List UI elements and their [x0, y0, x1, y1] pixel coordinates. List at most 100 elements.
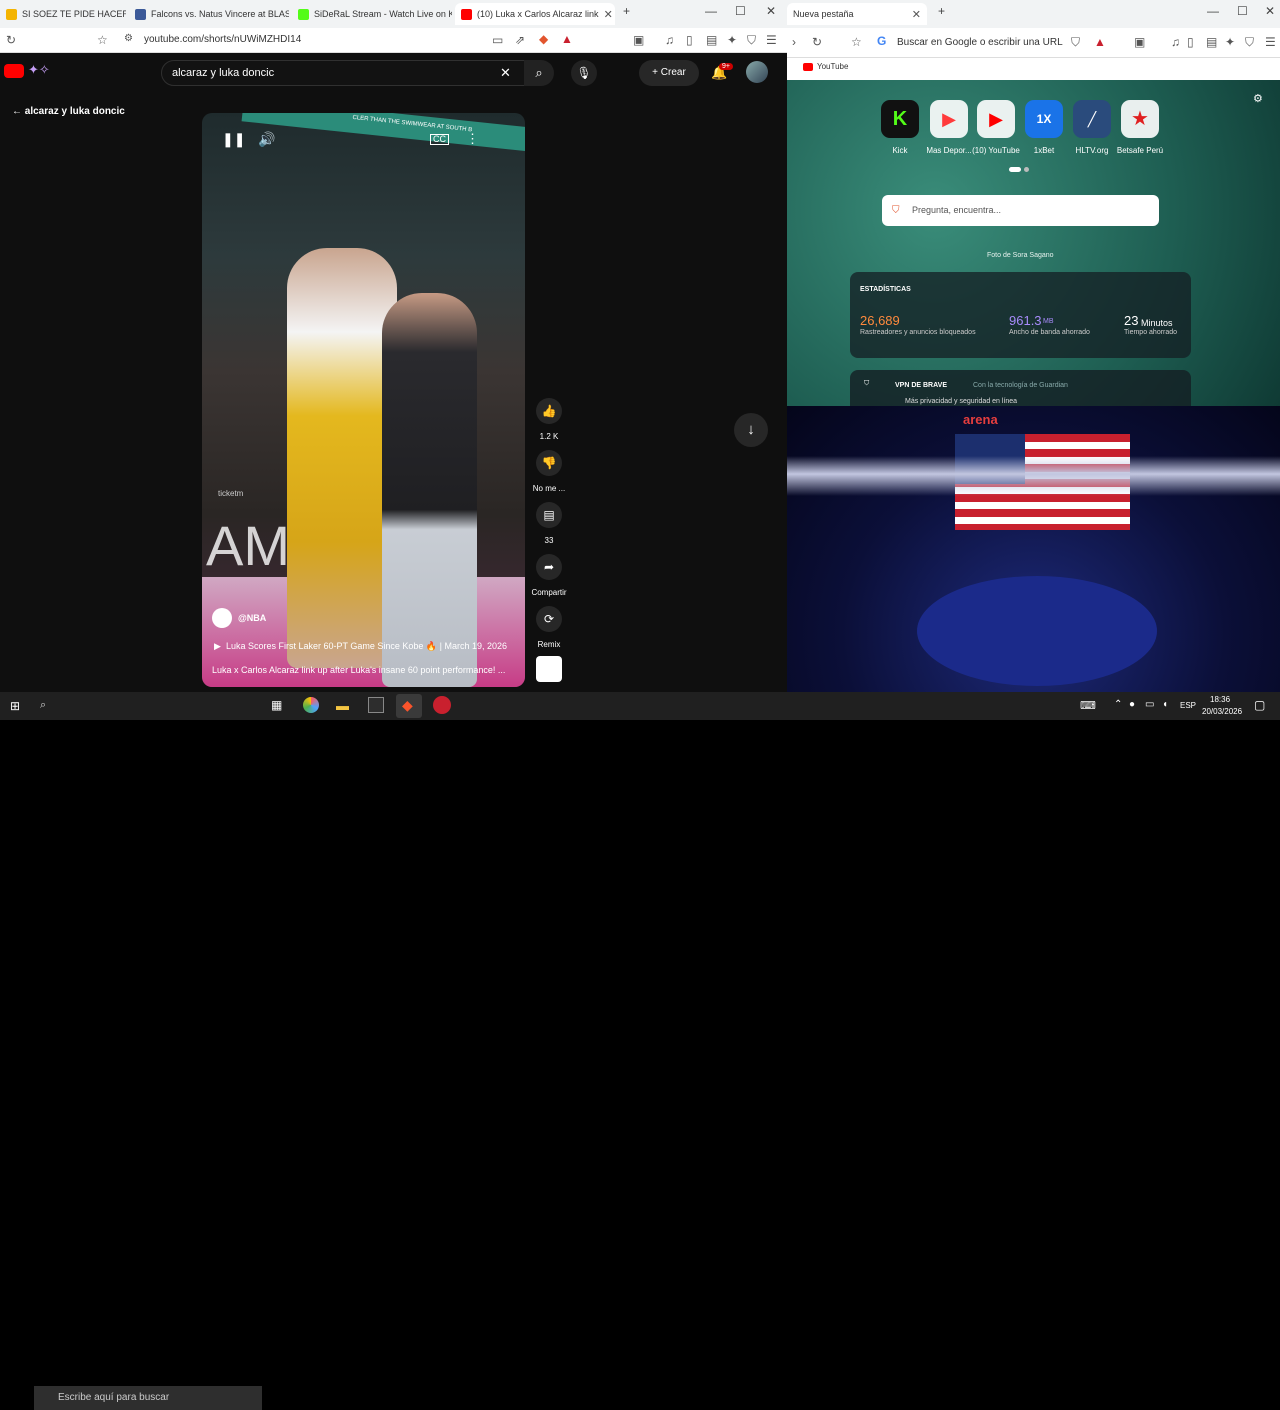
notification-center-icon[interactable]: ▢ — [1254, 698, 1265, 712]
network-icon[interactable]: ▭ — [1145, 699, 1154, 710]
wallet-icon[interactable]: ▤ — [1206, 36, 1217, 48]
tab-2[interactable]: SiDeRaL Stream - Watch Live on Kick — [292, 3, 452, 25]
share-button[interactable]: ➦ — [536, 554, 562, 580]
volume-tray-icon[interactable]: ◖ — [1162, 699, 1168, 710]
bookmark-icon[interactable]: ☆ — [851, 36, 862, 48]
arena-sign: arena — [963, 412, 998, 427]
dislike-button[interactable]: 👎 — [536, 450, 562, 476]
tab-0[interactable]: SI SOEZ TE PIDE HACER NOV — [0, 3, 126, 25]
shorts-video-player[interactable]: CLER THAN THE SWIMWEAR AT SOUTH B ticket… — [202, 113, 525, 687]
create-button[interactable]: + Crear — [639, 60, 699, 86]
site-info-icon[interactable]: ⚙ — [124, 34, 133, 44]
maximize-icon[interactable]: ☐ — [1237, 4, 1248, 18]
brave-shields-icon[interactable]: ⛉ — [1071, 36, 1080, 48]
captions-icon[interactable]: CC — [430, 134, 449, 145]
tab-1[interactable]: Falcons vs. Natus Vincere at BLAST O — [129, 3, 289, 25]
sound-thumbnail[interactable] — [536, 656, 562, 682]
brave-shields-icon[interactable]: ◆ — [539, 33, 548, 45]
app-icon[interactable] — [433, 696, 451, 714]
search-input[interactable]: alcaraz y luka doncic — [161, 60, 525, 86]
file-explorer-icon[interactable]: ▬ — [336, 698, 349, 713]
clock-time[interactable]: 18:36 — [1210, 695, 1230, 704]
close-tab-icon[interactable]: ✕ — [604, 8, 613, 21]
back-to-results[interactable]: ← alcaraz y luka doncic — [12, 106, 125, 117]
like-button[interactable]: 👍 — [536, 398, 562, 424]
sidebar-icon[interactable]: ▯ — [1187, 36, 1194, 48]
remix-button[interactable]: ⟳ — [536, 606, 562, 632]
close-tab-icon[interactable]: ✕ — [912, 8, 921, 21]
language-indicator[interactable]: ESP — [1180, 701, 1196, 710]
shortcut-mas-deportes[interactable]: ▶ — [930, 100, 968, 138]
brave-rewards-icon[interactable]: ▲ — [1094, 36, 1106, 48]
close-window-icon[interactable]: ✕ — [1265, 4, 1275, 18]
forward-icon[interactable]: › — [792, 36, 796, 48]
comments-button[interactable]: ▤ — [536, 502, 562, 528]
vpn-icon[interactable]: ⛉ — [747, 34, 756, 46]
photo-credit[interactable]: Foto de Sora Sagano — [987, 252, 1054, 259]
new-tab-icon[interactable]: + — [623, 4, 630, 18]
pause-icon[interactable]: ❚❚ — [222, 132, 245, 146]
reload-icon[interactable]: ↻ — [6, 34, 16, 46]
taskbar-search[interactable]: Escribe aquí para buscar — [34, 1386, 262, 1410]
shortcut-hltv[interactable]: ╱ — [1073, 100, 1111, 138]
close-window-icon[interactable]: ✕ — [766, 4, 776, 18]
more-options-icon[interactable]: ⋮ — [466, 132, 479, 145]
sidebar-icon[interactable]: ▯ — [686, 34, 693, 46]
omnibox[interactable]: Buscar en Google o escribir una URL — [897, 37, 1063, 48]
shortcut-kick[interactable]: K — [881, 100, 919, 138]
shortcut-youtube[interactable]: ▶ — [977, 100, 1015, 138]
maximize-icon[interactable]: ☐ — [735, 4, 746, 18]
shortcut-1xbet[interactable]: 1X — [1025, 100, 1063, 138]
keyboard-icon[interactable]: ⌨ — [1080, 699, 1096, 712]
bandwidth-label: Ancho de banda ahorrado — [1009, 329, 1090, 336]
nba-channel-avatar[interactable] — [212, 608, 232, 628]
vpn-icon[interactable]: ⛉ — [1245, 36, 1254, 48]
clock-date[interactable]: 20/03/2026 — [1202, 707, 1242, 716]
new-tab-icon[interactable]: + — [938, 4, 945, 18]
minimize-icon[interactable]: — — [705, 4, 717, 18]
extension-icon[interactable]: ▣ — [1134, 36, 1145, 48]
avatar[interactable] — [746, 61, 768, 83]
windows-start-icon[interactable]: ⊞ — [10, 699, 20, 713]
leo-icon[interactable]: ✦ — [1225, 36, 1235, 48]
brave-rewards-icon[interactable]: ▲ — [561, 33, 573, 45]
leo-icon[interactable]: ✦ — [727, 34, 737, 46]
microphone-icon[interactable]: 🎙 — [571, 60, 597, 86]
page-dot-active[interactable] — [1009, 167, 1021, 172]
channel-name[interactable]: @NBA — [238, 613, 266, 623]
extension-icon[interactable]: ▣ — [633, 34, 644, 46]
reload-icon[interactable]: ↻ — [812, 36, 822, 48]
vpn-powered: Con la tecnología de Guardian — [973, 382, 1068, 389]
search-button[interactable]: ⌕ — [524, 60, 554, 86]
doodle-icon[interactable]: ✦✧ — [28, 62, 50, 78]
customize-gear-icon[interactable]: ⚙ — [1253, 94, 1263, 105]
store-icon[interactable] — [368, 697, 384, 713]
page-dot[interactable] — [1024, 167, 1029, 172]
bookmark-icon[interactable]: ☆ — [97, 34, 108, 46]
vpn-widget[interactable]: ⛉ VPN DE BRAVE Con la tecnología de Guar… — [850, 370, 1191, 406]
copilot-icon[interactable] — [303, 697, 319, 713]
chevron-up-icon[interactable]: ⌃ — [1114, 699, 1122, 710]
minimize-icon[interactable]: — — [1207, 4, 1219, 18]
task-view-icon[interactable]: ▦ — [271, 698, 282, 712]
tab-active[interactable]: (10) Luka x Carlos Alcaraz link ✕ — [455, 3, 615, 25]
share-icon[interactable]: ⇗ — [515, 34, 525, 46]
url-field[interactable]: youtube.com/shorts/nUWiMZHDI14 — [144, 34, 301, 45]
newtab-search-input[interactable]: Pregunta, encuentra... — [882, 195, 1159, 226]
menu-icon[interactable]: ☰ — [1265, 36, 1276, 48]
media-icon[interactable]: ♫ — [665, 34, 674, 46]
wallet-icon[interactable]: ▤ — [706, 34, 717, 46]
shortcut-betsafe[interactable]: ★ — [1121, 100, 1159, 138]
cast-icon[interactable]: ▭ — [492, 34, 503, 46]
related-video-link[interactable]: Luka Scores First Laker 60-PT Game Since… — [226, 641, 507, 652]
tab-label: Falcons vs. Natus Vincere at BLAST O — [151, 9, 289, 19]
next-video-button[interactable]: ↓ — [734, 413, 768, 447]
menu-icon[interactable]: ☰ — [766, 34, 777, 46]
clear-search-icon[interactable]: ✕ — [500, 66, 511, 79]
volume-icon[interactable]: 🔊 — [258, 132, 275, 146]
bookmark-youtube[interactable]: YouTube — [817, 62, 848, 71]
media-icon[interactable]: ♫ — [1171, 36, 1180, 48]
mic-tray-icon[interactable]: ● — [1129, 699, 1135, 710]
youtube-logo-icon[interactable] — [4, 64, 24, 78]
tab-new[interactable]: Nueva pestaña ✕ — [787, 3, 927, 25]
